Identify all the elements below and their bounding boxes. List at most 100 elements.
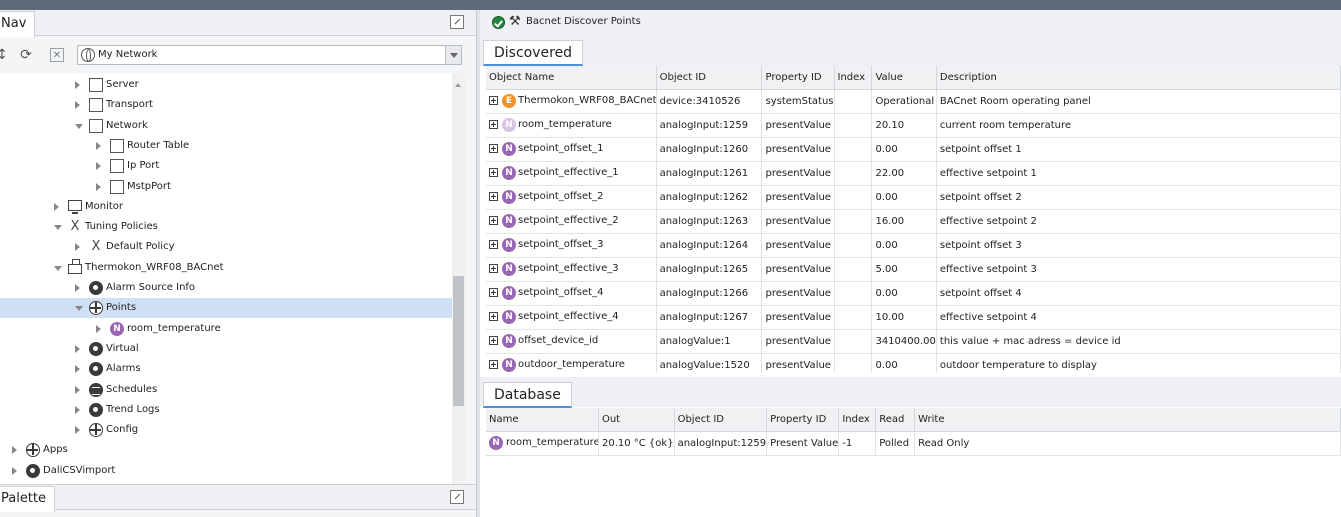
table-row[interactable]: Nroom_temperature 20.10 °C {ok} analogInpu… (486, 431, 1341, 456)
tab-discovered[interactable]: Discovered (483, 40, 584, 66)
nav-tree-scrollbar[interactable] (452, 73, 465, 493)
expand-icon[interactable] (75, 81, 80, 89)
expand-icon[interactable] (75, 426, 80, 435)
column-header[interactable]: Index (838, 408, 877, 432)
nav-root-selector[interactable]: My Network (77, 45, 462, 65)
chevron-down-icon[interactable] (445, 46, 461, 64)
tree-node[interactable]: Server (0, 75, 452, 95)
scrollbar-thumb[interactable] (453, 276, 464, 406)
tree-node[interactable]: Alarm Source Info (0, 278, 452, 298)
table-row[interactable]: Nsetpoint_effective_3 analogInput:1265 pre… (486, 257, 1341, 282)
expand-icon[interactable] (75, 284, 80, 292)
table-row[interactable]: Nsetpoint_effective_1 analogInput:1261 pre… (486, 161, 1341, 186)
column-header[interactable]: Value (871, 66, 937, 90)
column-header[interactable]: Read (875, 408, 916, 432)
tree-node[interactable]: Alarms (0, 359, 452, 379)
view-title-bar: ⚒ Bacnet Discover Points (480, 10, 1341, 36)
tree-node[interactable]: Transport (0, 95, 452, 115)
tree-node[interactable]: Network (0, 115, 452, 136)
expand-icon[interactable] (96, 182, 101, 191)
expand-icon[interactable] (489, 263, 498, 273)
expand-icon[interactable] (75, 405, 80, 414)
expand-icon[interactable] (489, 239, 498, 249)
tree-node[interactable]: Nroom_temperature (0, 319, 452, 339)
column-header[interactable]: Description (936, 66, 1341, 90)
sync-partial-icon[interactable]: ↕ (0, 47, 10, 63)
close-icon[interactable]: ✕ (50, 48, 64, 62)
nav-panel-title[interactable]: Nav (0, 11, 36, 37)
expand-icon[interactable] (489, 95, 498, 105)
tree-node[interactable]: Apps (0, 440, 452, 460)
expand-icon[interactable] (96, 141, 101, 150)
tree-node[interactable]: Monitor (0, 197, 452, 217)
tree-node[interactable]: MstpPort (0, 176, 452, 197)
expand-icon[interactable] (489, 335, 498, 345)
tree-node[interactable]: Points (0, 298, 452, 319)
column-header[interactable]: Index (834, 66, 873, 90)
table-row[interactable]: Nsetpoint_effective_4 analogInput:1267 pre… (486, 305, 1341, 330)
table-row[interactable]: E Thermokon_WRF08_BACnet device:3410526 sys… (486, 89, 1341, 114)
expand-icon[interactable] (489, 215, 498, 225)
table-row[interactable]: Noutdoor_temperature analogValue:1520 pres… (486, 353, 1341, 373)
expand-icon[interactable] (12, 466, 17, 475)
expand-icon[interactable] (489, 359, 498, 369)
expand-icon[interactable] (96, 324, 101, 333)
expand-icon[interactable] (489, 191, 498, 201)
tree-node[interactable]: Config (0, 420, 452, 440)
tree-node[interactable]: Trend Logs (0, 400, 452, 420)
maximize-icon[interactable] (450, 490, 464, 504)
column-header[interactable]: Object Name (486, 66, 657, 90)
expand-icon[interactable] (489, 167, 498, 177)
expand-icon[interactable] (489, 119, 498, 129)
table-row[interactable]: Nsetpoint_offset_2 analogInput:1262 presen… (486, 185, 1341, 210)
refresh-icon[interactable]: ⟳ (18, 47, 34, 63)
expand-icon[interactable] (489, 311, 498, 321)
collapse-icon[interactable] (54, 225, 62, 231)
expand-icon[interactable] (96, 162, 101, 171)
column-header[interactable]: Property ID (766, 408, 840, 432)
column-header[interactable]: Write (914, 408, 1341, 432)
expand-icon[interactable] (75, 243, 80, 252)
tree-node-label: Trend Logs (106, 403, 160, 415)
scroll-up-icon[interactable] (455, 83, 461, 87)
object-name-wrap: Noffset_device_id (489, 330, 655, 353)
table-row[interactable]: Nsetpoint_offset_4 analogInput:1266 presen… (486, 281, 1341, 306)
column-header[interactable]: Object ID (656, 66, 763, 90)
tree-node[interactable]: Thermokon_WRF08_BACnet (0, 258, 452, 278)
expand-icon[interactable] (75, 365, 80, 374)
tab-database[interactable]: Database (483, 382, 572, 408)
table-row[interactable]: Nsetpoint_offset_3 analogInput:1264 presen… (486, 233, 1341, 258)
expand-icon[interactable] (12, 446, 17, 455)
table-row[interactable]: Nroom_temperature analogInput:1259 present… (486, 113, 1341, 138)
collapse-icon[interactable] (54, 265, 62, 271)
tree-node[interactable]: Ⅹ Tuning Policies (0, 217, 452, 237)
table-row[interactable]: Nsetpoint_offset_1 analogInput:1260 presen… (486, 137, 1341, 162)
table-row[interactable]: Noffset_device_id analogValue:1 presentVal… (486, 329, 1341, 354)
table-row[interactable]: Nsetpoint_effective_2 analogInput:1263 pre… (486, 209, 1341, 234)
column-header[interactable]: Name (486, 408, 599, 432)
expand-icon[interactable] (75, 344, 80, 353)
expand-icon[interactable] (489, 143, 498, 153)
tree-node[interactable]: Ip Port (0, 156, 452, 176)
tree-node[interactable]: Virtual (0, 339, 452, 359)
expand-icon[interactable] (489, 287, 498, 297)
maximize-icon[interactable] (450, 15, 464, 29)
collapse-icon[interactable] (75, 123, 83, 129)
tree-node[interactable]: Ⅹ Default Policy (0, 237, 452, 257)
expand-icon[interactable] (75, 385, 80, 394)
column-header[interactable]: Property ID (761, 66, 835, 90)
numeric-point-icon: N (502, 285, 516, 300)
palette-panel-title[interactable]: Palette (0, 486, 56, 512)
tree-node-label: Transport (106, 99, 153, 111)
column-header[interactable]: Object ID (674, 408, 768, 432)
collapse-icon[interactable] (75, 306, 83, 312)
object-name-cell: Noffset_device_id (486, 329, 657, 354)
tree-node[interactable]: DaliCSVimport (0, 461, 452, 481)
tree-node-label: Config (106, 424, 139, 436)
column-header[interactable]: Out (598, 408, 675, 432)
tree-node[interactable]: Schedules (0, 380, 452, 400)
expand-icon[interactable] (75, 101, 80, 110)
tree-node[interactable]: Router Table (0, 135, 452, 156)
value-cell: 3410400.00 (871, 329, 937, 354)
expand-icon[interactable] (54, 202, 59, 211)
